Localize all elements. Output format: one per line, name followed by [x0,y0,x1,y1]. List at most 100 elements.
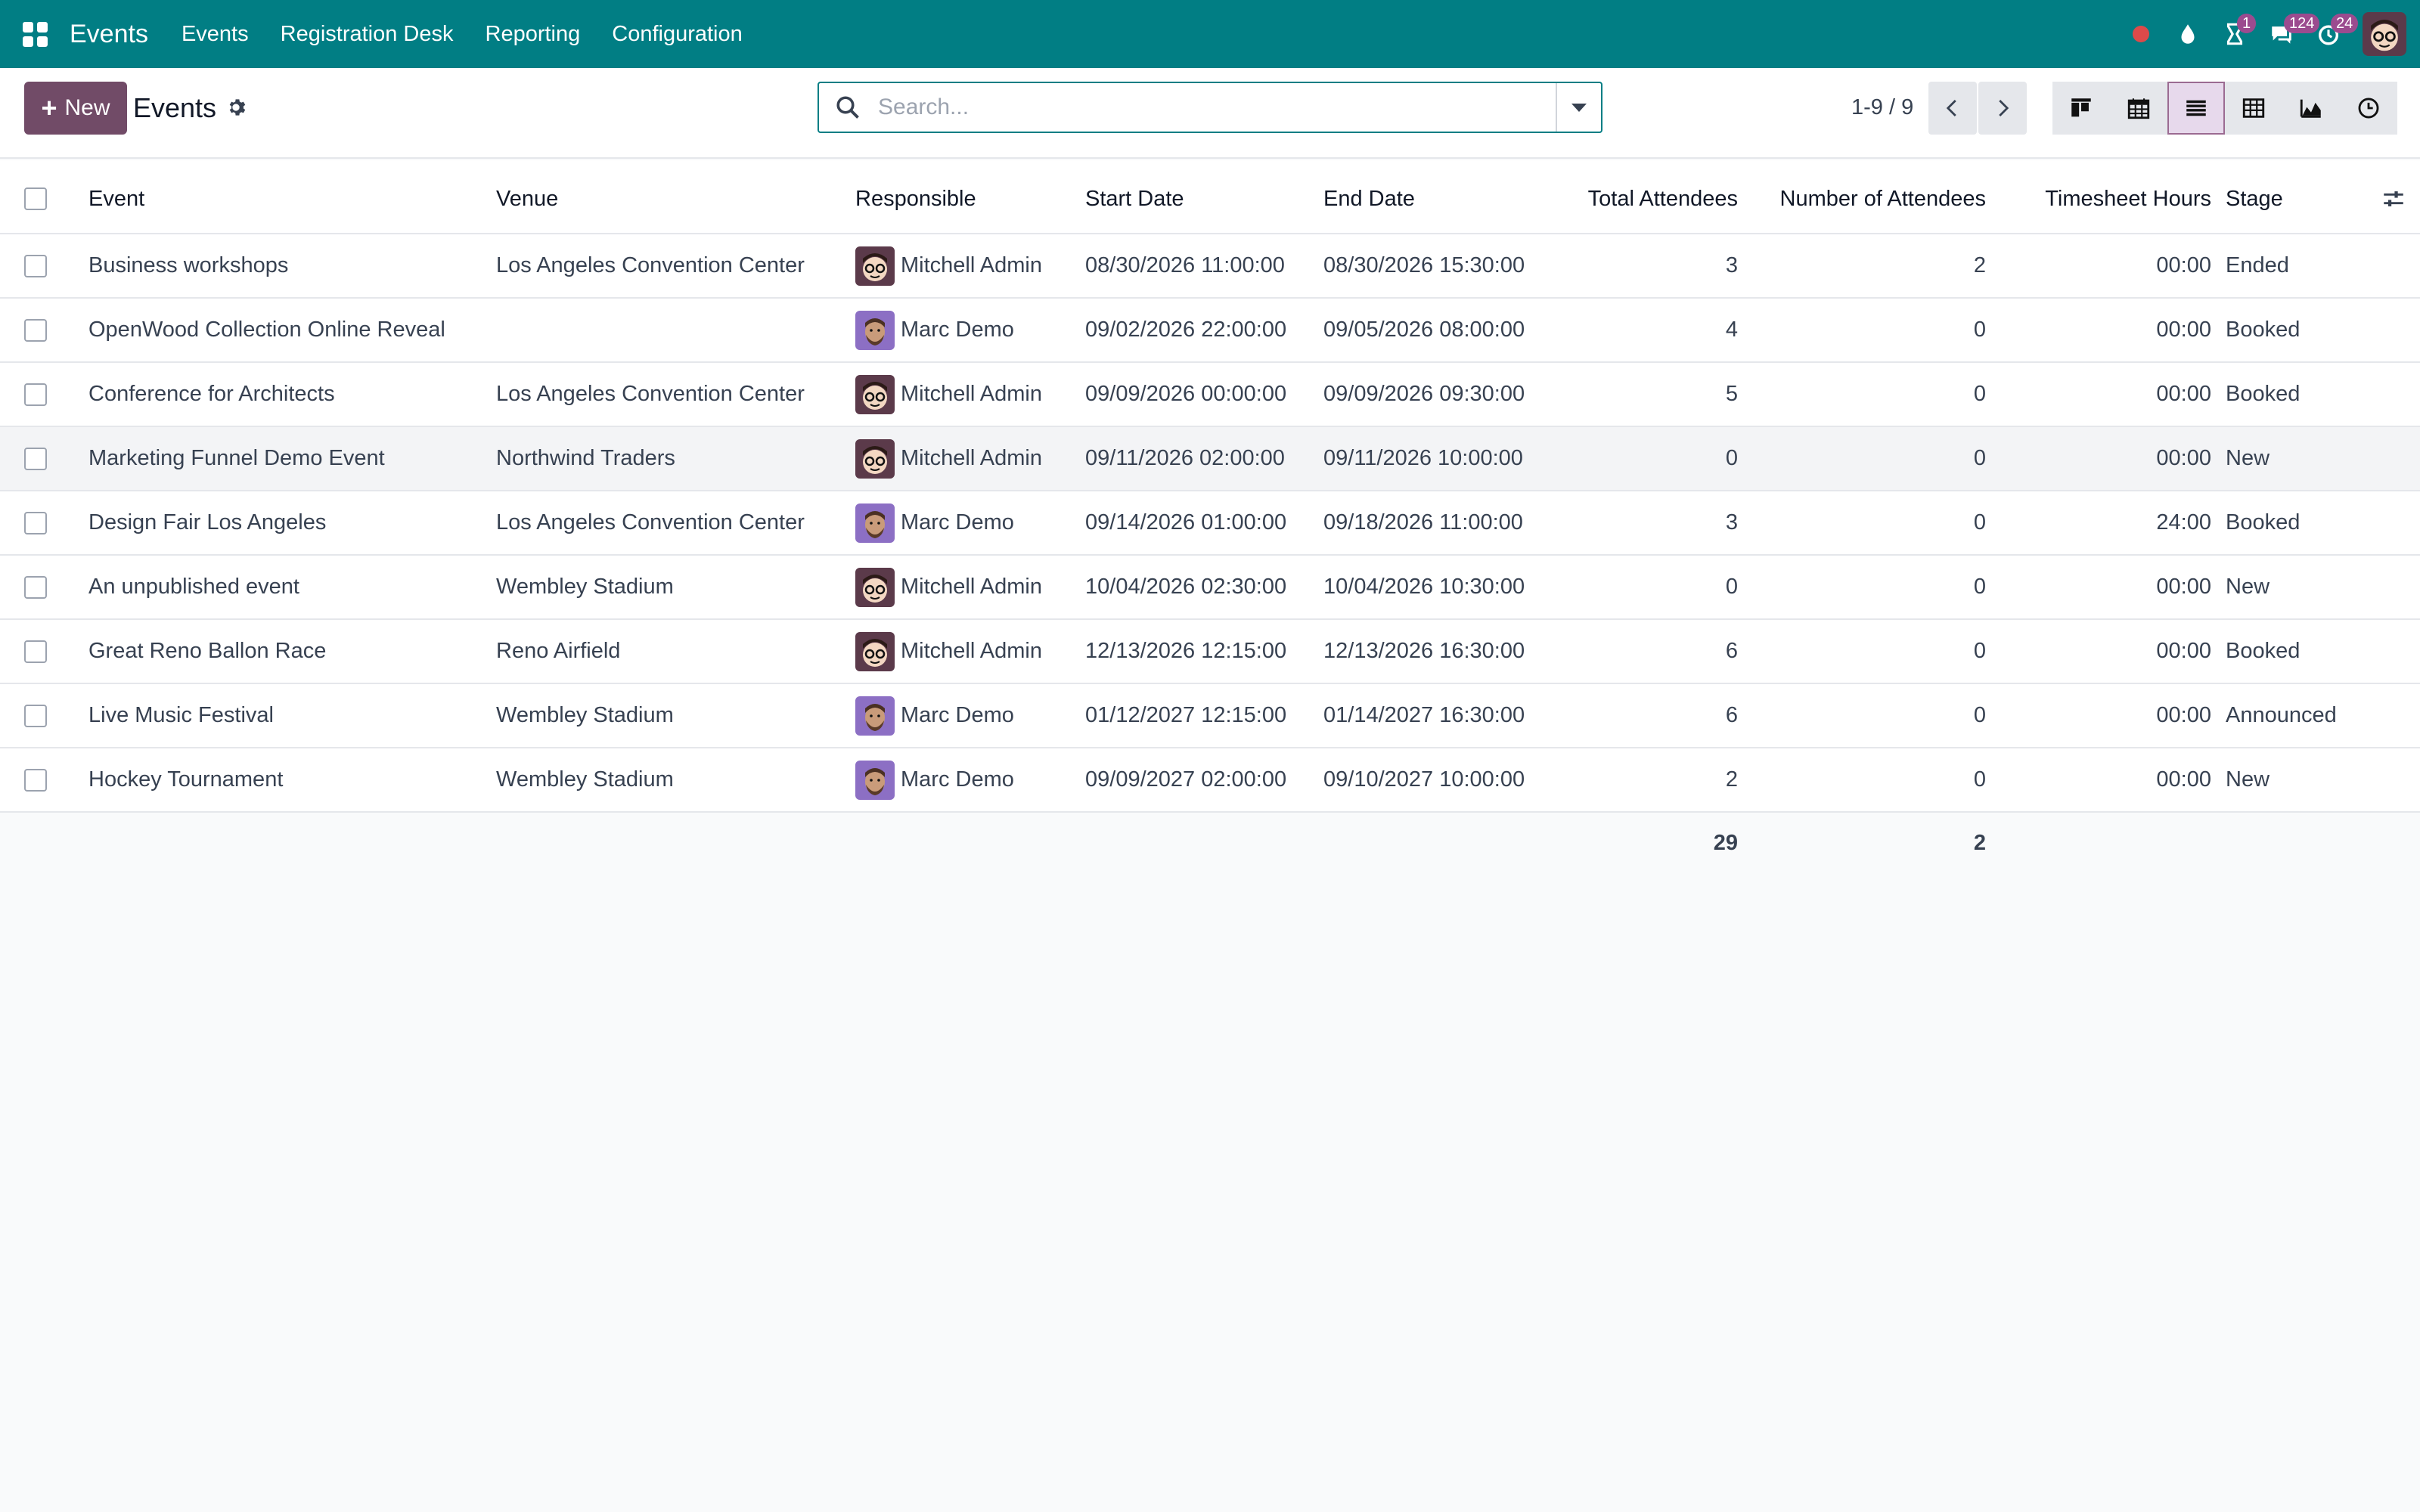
row-checkbox[interactable] [24,254,47,277]
table-row[interactable]: Marketing Funnel Demo Event Northwind Tra… [0,427,2420,491]
cell-stage[interactable]: New [2226,556,2270,618]
messages-icon[interactable]: 124 [2258,0,2320,68]
cell-end-date[interactable]: 09/18/2026 11:00:00 [1323,491,1523,554]
table-row[interactable]: Great Reno Ballon Race Reno Airfield Mitch… [0,620,2420,684]
header-total-attendees[interactable]: Total Attendees [1512,160,1738,233]
cell-timesheet-hours[interactable]: 00:00 [1996,748,2211,811]
row-checkbox[interactable] [24,318,47,342]
header-venue[interactable]: Venue [496,160,558,233]
cell-stage[interactable]: Booked [2226,491,2300,554]
optional-columns-toggle[interactable] [2381,160,2406,233]
menu-registration-desk[interactable]: Registration Desk [281,22,454,47]
cell-start-date[interactable]: 09/02/2026 22:00:00 [1085,299,1286,361]
cell-event[interactable]: OpenWood Collection Online Reveal [88,299,445,361]
cell-number-of-attendees[interactable]: 0 [1739,748,1986,811]
cell-event[interactable]: Conference for Architects [88,363,335,426]
cell-venue[interactable]: Los Angeles Convention Center [496,363,805,426]
cell-number-of-attendees[interactable]: 0 [1739,427,1986,490]
pager-next-button[interactable] [1978,82,2027,135]
cell-responsible[interactable]: Mitchell Admin [855,556,1042,618]
cell-total-attendees[interactable]: 3 [1512,234,1738,297]
cell-venue[interactable]: Reno Airfield [496,620,620,683]
list-view-button[interactable] [2167,82,2225,135]
timer-icon[interactable]: 24 [2305,0,2359,68]
row-checkbox[interactable] [24,768,47,792]
cell-end-date[interactable]: 09/09/2026 09:30:00 [1323,363,1525,426]
cell-event[interactable]: Marketing Funnel Demo Event [88,427,385,490]
row-checkbox[interactable] [24,575,47,599]
app-brand[interactable]: Events [70,20,148,49]
select-all-checkbox[interactable] [24,187,47,210]
cell-event[interactable]: Design Fair Los Angeles [88,491,326,554]
header-number-of-attendees[interactable]: Number of Attendees [1739,160,1986,233]
cell-number-of-attendees[interactable]: 0 [1739,684,1986,747]
search-options-toggle[interactable] [1556,83,1601,132]
table-row[interactable]: Hockey Tournament Wembley Stadium Marc Dem… [0,748,2420,813]
table-row[interactable]: Live Music Festival Wembley Stadium Marc D… [0,684,2420,748]
table-row[interactable]: Business workshops Los Angeles Convention… [0,234,2420,299]
pager-previous-button[interactable] [1928,82,1977,135]
cell-event[interactable]: Live Music Festival [88,684,274,747]
cell-venue[interactable]: Los Angeles Convention Center [496,234,805,297]
header-end-date[interactable]: End Date [1323,160,1415,233]
cell-total-attendees[interactable]: 0 [1512,427,1738,490]
cell-number-of-attendees[interactable]: 2 [1739,234,1986,297]
cell-responsible[interactable]: Mitchell Admin [855,427,1042,490]
cell-start-date[interactable]: 09/09/2026 00:00:00 [1085,363,1286,426]
cell-total-attendees[interactable]: 5 [1512,363,1738,426]
activities-icon[interactable]: 1 [2211,0,2258,68]
pager-value[interactable]: 1-9 / 9 [1851,95,1913,120]
pivot-view-button[interactable] [2225,82,2282,135]
menu-events[interactable]: Events [182,22,249,47]
calendar-view-button[interactable] [2110,82,2167,135]
table-row[interactable]: Conference for Architects Los Angeles Con… [0,363,2420,427]
cell-total-attendees[interactable]: 6 [1512,620,1738,683]
cell-total-attendees[interactable]: 3 [1512,491,1738,554]
cell-total-attendees[interactable]: 4 [1512,299,1738,361]
row-checkbox[interactable] [24,704,47,727]
graph-view-button[interactable] [2282,82,2340,135]
header-responsible[interactable]: Responsible [855,160,976,233]
cell-venue[interactable]: Wembley Stadium [496,684,674,747]
cell-number-of-attendees[interactable]: 0 [1739,363,1986,426]
search-input[interactable] [878,85,1556,130]
header-start-date[interactable]: Start Date [1085,160,1184,233]
row-checkbox[interactable] [24,383,47,406]
row-checkbox[interactable] [24,640,47,663]
cell-timesheet-hours[interactable]: 00:00 [1996,299,2211,361]
cell-venue[interactable]: Wembley Stadium [496,556,674,618]
cell-responsible[interactable]: Mitchell Admin [855,363,1042,426]
cell-responsible[interactable]: Mitchell Admin [855,234,1042,297]
new-button[interactable]: + New [24,82,127,135]
cell-stage[interactable]: Booked [2226,299,2300,361]
header-timesheet-hours[interactable]: Timesheet Hours [1996,160,2211,233]
cell-end-date[interactable]: 01/14/2027 16:30:00 [1323,684,1525,747]
cell-stage[interactable]: Announced [2226,684,2337,747]
cell-stage[interactable]: Booked [2226,620,2300,683]
cell-stage[interactable]: New [2226,427,2270,490]
cell-total-attendees[interactable]: 6 [1512,684,1738,747]
cell-start-date[interactable]: 10/04/2026 02:30:00 [1085,556,1286,618]
kanban-view-button[interactable] [2052,82,2110,135]
cell-event[interactable]: Hockey Tournament [88,748,283,811]
recording-indicator-icon[interactable] [2118,0,2164,68]
cell-responsible[interactable]: Marc Demo [855,491,1014,554]
cell-venue[interactable]: Wembley Stadium [496,748,674,811]
cell-total-attendees[interactable]: 0 [1512,556,1738,618]
header-stage[interactable]: Stage [2226,160,2283,233]
table-row[interactable]: An unpublished event Wembley Stadium Mitch… [0,556,2420,620]
cell-responsible[interactable]: Mitchell Admin [855,620,1042,683]
cell-start-date[interactable]: 12/13/2026 12:15:00 [1085,620,1286,683]
menu-reporting[interactable]: Reporting [486,22,581,47]
cell-total-attendees[interactable]: 2 [1512,748,1738,811]
header-event[interactable]: Event [88,160,144,233]
cell-start-date[interactable]: 08/30/2026 11:00:00 [1085,234,1285,297]
cell-end-date[interactable]: 12/13/2026 16:30:00 [1323,620,1525,683]
cell-number-of-attendees[interactable]: 0 [1739,556,1986,618]
cell-end-date[interactable]: 09/05/2026 08:00:00 [1323,299,1525,361]
cell-number-of-attendees[interactable]: 0 [1739,620,1986,683]
cell-stage[interactable]: New [2226,748,2270,811]
user-avatar[interactable] [2363,12,2406,56]
row-checkbox[interactable] [24,511,47,534]
cell-number-of-attendees[interactable]: 0 [1739,299,1986,361]
